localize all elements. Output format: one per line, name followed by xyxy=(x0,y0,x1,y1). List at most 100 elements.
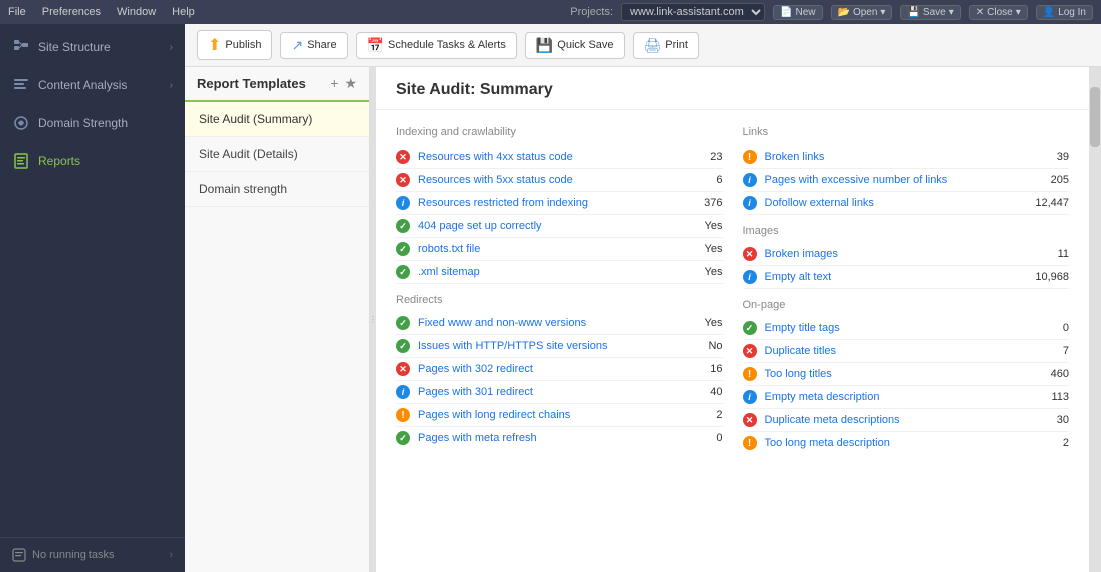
content-area: ⬆ Publish ↗ Share 📅 Schedule Tasks & Ale… xyxy=(185,24,1101,572)
table-row: Resources with 5xx status code 6 xyxy=(396,169,723,192)
row-label[interactable]: Pages with excessive number of links xyxy=(765,174,1030,186)
status-icon-green xyxy=(396,242,410,256)
row-label[interactable]: Dofollow external links xyxy=(765,197,1030,209)
status-icon-orange xyxy=(743,150,757,164)
row-label[interactable]: Too long meta description xyxy=(765,437,1030,449)
table-row: Pages with 302 redirect 16 xyxy=(396,358,723,381)
share-label: Share xyxy=(307,39,336,51)
save-button[interactable]: 💾 Save ▾ xyxy=(900,5,960,20)
print-icon: 🖨 xyxy=(644,37,662,54)
print-button[interactable]: 🖨 Print xyxy=(633,32,699,59)
row-label[interactable]: Broken images xyxy=(765,248,1030,260)
template-site-audit-details[interactable]: Site Audit (Details) xyxy=(185,137,369,172)
star-template-icon[interactable]: ★ xyxy=(344,75,357,92)
open-button[interactable]: 📂 Open ▾ xyxy=(831,5,893,20)
menu-file[interactable]: File xyxy=(8,6,26,18)
row-label[interactable]: 404 page set up correctly xyxy=(418,220,683,232)
share-icon: ↗ xyxy=(291,37,303,54)
row-label[interactable]: robots.txt file xyxy=(418,243,683,255)
check-icon xyxy=(399,221,407,232)
project-select[interactable]: www.link-assistant.com xyxy=(621,3,765,21)
x-icon xyxy=(746,346,754,357)
status-icon-orange xyxy=(743,436,757,450)
warn-icon xyxy=(748,152,751,163)
report-body: Indexing and crawlability Resources with… xyxy=(376,110,1089,572)
status-icon-orange xyxy=(743,367,757,381)
menu-window[interactable]: Window xyxy=(117,6,156,18)
status-icon-green xyxy=(396,339,410,353)
row-label[interactable]: Pages with meta refresh xyxy=(418,432,683,444)
template-domain-strength[interactable]: Domain strength xyxy=(185,172,369,207)
x-icon xyxy=(746,249,754,260)
status-icon-green xyxy=(396,431,410,445)
row-label[interactable]: Pages with 301 redirect xyxy=(418,386,683,398)
menubar-right: Projects: www.link-assistant.com 📄 New 📂… xyxy=(570,3,1093,21)
menu-help[interactable]: Help xyxy=(172,6,195,18)
menu-preferences[interactable]: Preferences xyxy=(42,6,101,18)
links-section-title: Links xyxy=(743,126,1070,138)
row-label[interactable]: Broken links xyxy=(765,151,1030,163)
row-label[interactable]: Issues with HTTP/HTTPS site versions xyxy=(418,340,683,352)
table-row: Resources with 4xx status code 23 xyxy=(396,146,723,169)
row-label[interactable]: Duplicate meta descriptions xyxy=(765,414,1030,426)
check-icon xyxy=(746,323,754,334)
row-value: 40 xyxy=(683,386,723,398)
table-row: Broken links 39 xyxy=(743,146,1070,169)
publish-button[interactable]: ⬆ Publish xyxy=(197,30,272,60)
sidebar-footer: No running tasks › xyxy=(0,537,185,572)
status-icon-blue xyxy=(743,390,757,404)
row-value: Yes xyxy=(683,317,723,329)
project-label: Projects: xyxy=(570,6,613,18)
row-value: 113 xyxy=(1029,391,1069,403)
schedule-button[interactable]: 📅 Schedule Tasks & Alerts xyxy=(356,32,517,59)
share-button[interactable]: ↗ Share xyxy=(280,32,347,59)
row-value: 23 xyxy=(683,151,723,163)
onpage-section-title: On-page xyxy=(743,299,1070,311)
check-icon xyxy=(399,433,407,444)
row-label[interactable]: Pages with long redirect chains xyxy=(418,409,683,421)
sidebar-item-content-analysis[interactable]: Content Analysis › xyxy=(0,66,185,104)
table-row: Pages with excessive number of links 205 xyxy=(743,169,1070,192)
template-site-audit-summary[interactable]: Site Audit (Summary) xyxy=(185,102,369,137)
login-button[interactable]: 👤 Log In xyxy=(1036,5,1093,20)
info-icon xyxy=(402,387,405,397)
row-label[interactable]: Empty meta description xyxy=(765,391,1030,403)
info-icon xyxy=(748,392,751,402)
sidebar-item-reports[interactable]: Reports xyxy=(0,142,185,180)
menubar: File Preferences Window Help Projects: w… xyxy=(0,0,1101,24)
sidebar-label-domain-strength: Domain Strength xyxy=(38,116,128,130)
close-button[interactable]: ✕ Close ▾ xyxy=(969,5,1028,20)
scrollbar[interactable] xyxy=(1089,67,1101,572)
report-main: Site Audit: Summary Indexing and crawlab… xyxy=(376,67,1089,572)
redirects-section-title: Redirects xyxy=(396,294,723,306)
row-value: Yes xyxy=(683,220,723,232)
scrollbar-thumb[interactable] xyxy=(1090,87,1100,147)
row-label[interactable]: Resources restricted from indexing xyxy=(418,197,683,209)
row-label[interactable]: Resources with 5xx status code xyxy=(418,174,683,186)
row-label[interactable]: .xml sitemap xyxy=(418,266,683,278)
sidebar-label-site-structure: Site Structure xyxy=(38,40,111,54)
row-label[interactable]: Too long titles xyxy=(765,368,1030,380)
status-icon-blue xyxy=(743,173,757,187)
row-label[interactable]: Duplicate titles xyxy=(765,345,1030,357)
new-button[interactable]: 📄 New xyxy=(773,5,822,20)
row-label[interactable]: Empty title tags xyxy=(765,322,1030,334)
quicksave-icon: 💾 xyxy=(536,37,553,54)
row-value: 376 xyxy=(683,197,723,209)
sidebar-item-site-structure[interactable]: Site Structure › xyxy=(0,28,185,66)
x-icon xyxy=(746,415,754,426)
quicksave-button[interactable]: 💾 Quick Save xyxy=(525,32,625,59)
sidebar: Site Structure › Content Analysis › Doma… xyxy=(0,24,185,572)
print-label: Print xyxy=(665,39,688,51)
row-value: 10,968 xyxy=(1029,271,1069,283)
row-label[interactable]: Empty alt text xyxy=(765,271,1030,283)
row-label[interactable]: Resources with 4xx status code xyxy=(418,151,683,163)
warn-icon xyxy=(401,410,404,421)
row-label[interactable]: Fixed www and non-www versions xyxy=(418,317,683,329)
templates-title: Report Templates xyxy=(197,76,330,91)
x-icon xyxy=(399,364,407,375)
add-template-icon[interactable]: + xyxy=(330,75,338,92)
row-label[interactable]: Pages with 302 redirect xyxy=(418,363,683,375)
templates-icons: + ★ xyxy=(330,75,357,92)
sidebar-item-domain-strength[interactable]: Domain Strength xyxy=(0,104,185,142)
